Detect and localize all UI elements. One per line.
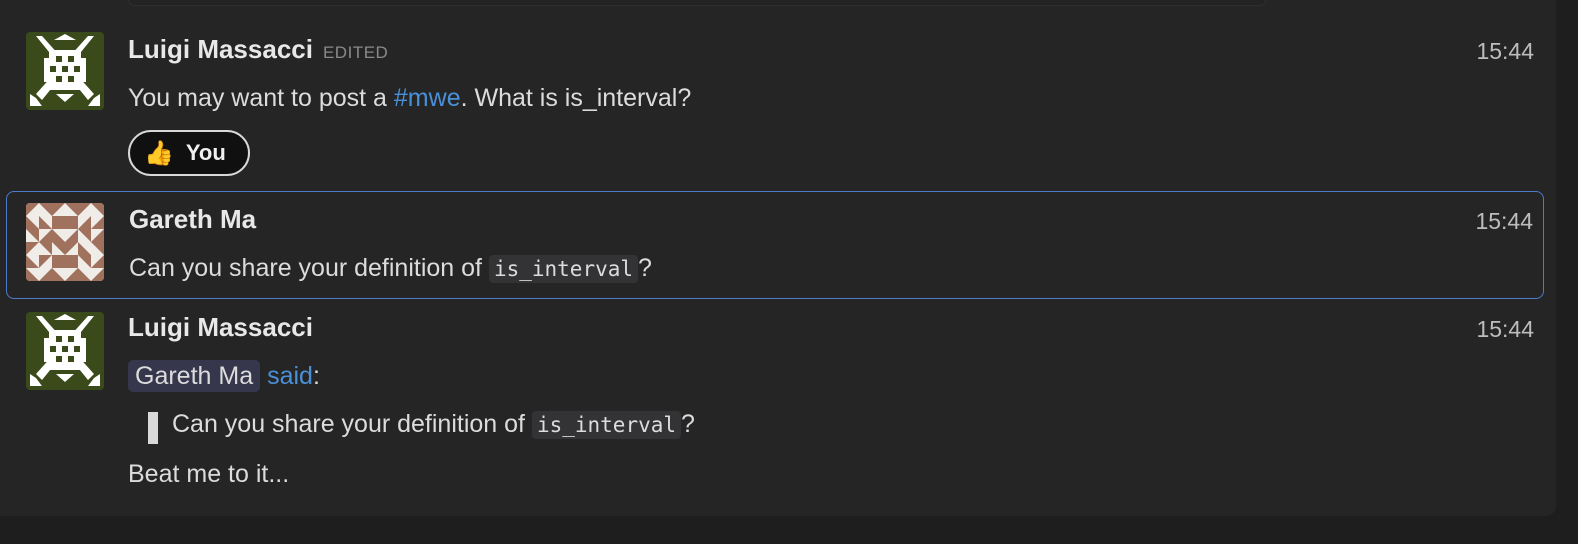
message-author[interactable]: Gareth Ma xyxy=(129,204,256,235)
message-time: 15:44 xyxy=(1476,38,1534,64)
reaction-label: You xyxy=(185,140,226,165)
message-author[interactable]: Luigi Massacci xyxy=(128,312,313,343)
author-name[interactable]: Luigi Massacci xyxy=(128,34,313,64)
text-segment: Can you share your definition of xyxy=(129,254,489,282)
inline-code: is_interval xyxy=(531,411,682,439)
previous-message-edge xyxy=(128,0,1266,6)
text-segment: . What is is_interval? xyxy=(460,84,692,112)
message-body: You may want to post a #mwe. What is is_… xyxy=(128,84,691,113)
reaction-thumbs-up[interactable]: 👍 You xyxy=(128,130,250,176)
quote-bar xyxy=(148,412,158,444)
text-segment: : xyxy=(312,362,320,390)
text-segment: ? xyxy=(681,410,695,438)
tag-link-mwe[interactable]: #mwe xyxy=(394,84,461,112)
inline-code: is_interval xyxy=(488,255,639,283)
quote-header: Gareth Ma said: xyxy=(128,360,320,392)
avatar-luigi[interactable] xyxy=(26,312,104,390)
edited-label: EDITED xyxy=(322,43,389,62)
user-mention[interactable]: Gareth Ma xyxy=(128,360,261,392)
blockquote: Can you share your definition of is_inte… xyxy=(148,410,695,444)
message-panel: Luigi Massacci EDITED 15:44 You may want … xyxy=(0,0,1556,516)
message-time: 15:44 xyxy=(1476,316,1534,342)
reply-text: Beat me to it... xyxy=(128,460,290,488)
message-time: 15:44 xyxy=(1475,208,1533,234)
text-segment: You may want to post a xyxy=(128,84,394,112)
text-segment: Can you share your definition of xyxy=(172,410,532,438)
message-body: Can you share your definition of is_inte… xyxy=(129,254,652,283)
message-gareth[interactable]: Gareth Ma 15:44 Can you share your defin… xyxy=(6,191,1544,299)
text-segment: ? xyxy=(638,254,652,282)
message-luigi-1[interactable]: Luigi Massacci EDITED 15:44 You may want … xyxy=(6,22,1544,190)
said-link[interactable]: said xyxy=(267,362,313,390)
avatar-luigi[interactable] xyxy=(26,32,104,110)
thumbs-up-icon: 👍 xyxy=(144,139,174,167)
avatar-gareth[interactable] xyxy=(26,203,104,281)
message-luigi-2[interactable]: Luigi Massacci 15:44 Gareth Ma said: Can… xyxy=(6,300,1544,500)
message-author[interactable]: Luigi Massacci EDITED xyxy=(128,34,388,65)
